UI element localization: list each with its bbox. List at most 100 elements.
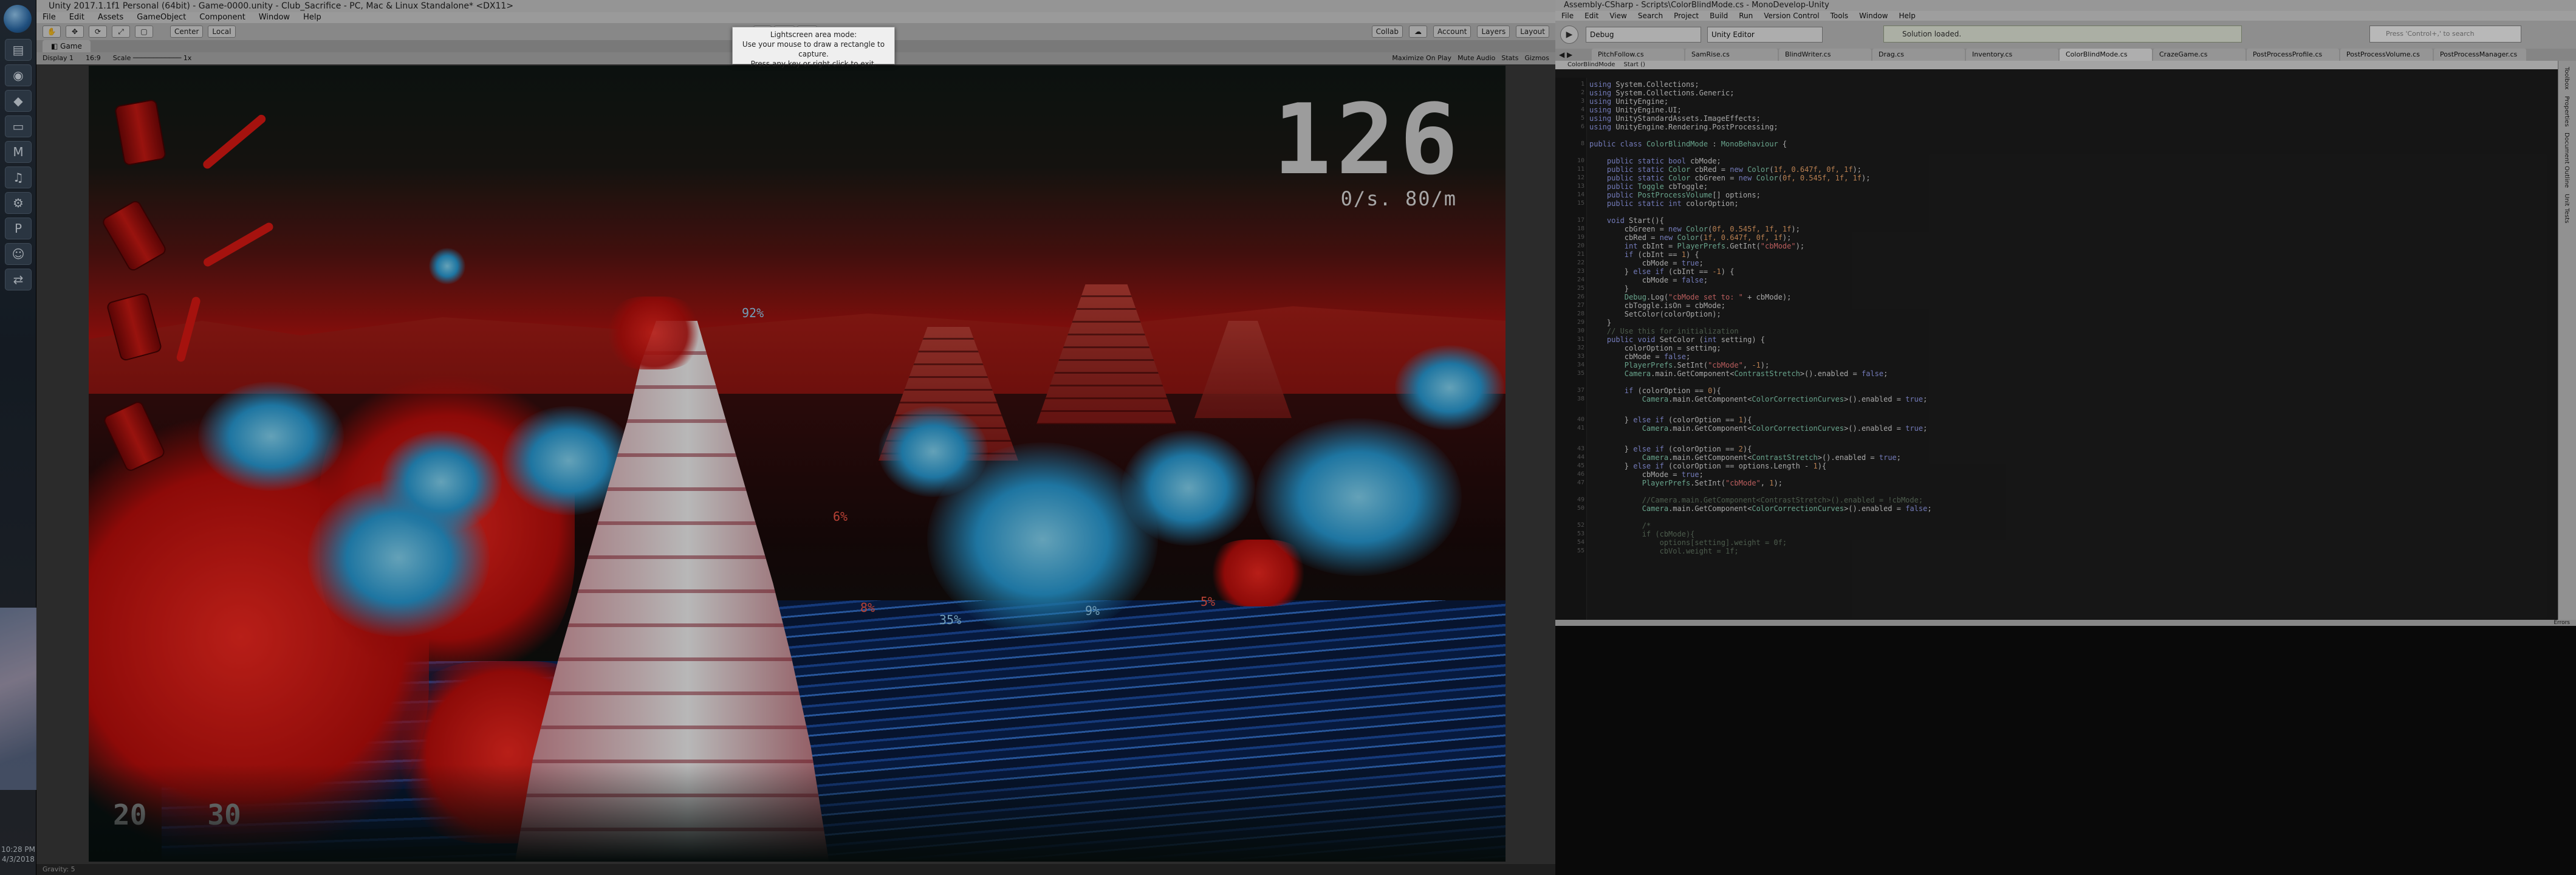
menu-project[interactable]: Project xyxy=(1674,11,1699,21)
menu-file[interactable]: File xyxy=(43,12,56,23)
menu-window[interactable]: Window xyxy=(1859,11,1888,21)
menu-view[interactable]: View xyxy=(1609,11,1626,21)
menu-assets[interactable]: Assets xyxy=(98,12,123,23)
code-line: PlayerPrefs.SetInt("cbMode", -1); xyxy=(1624,361,1770,369)
explorer-icon[interactable]: ▤ xyxy=(5,39,32,61)
menu-file[interactable]: File xyxy=(1561,11,1574,21)
toolbox-panel-tab[interactable]: Toolbox xyxy=(2563,67,2570,90)
errors-pad-bar[interactable]: Errors xyxy=(1555,620,2576,626)
stats-toggle[interactable]: Stats xyxy=(1501,52,1518,64)
share-icon[interactable]: ⇄ xyxy=(5,269,32,290)
code-line: cbGreen = new Color(0f, 0.545f, 1f, 1f); xyxy=(1589,225,1800,233)
document-tabs: ◀ ▶ PitchFollow.cs SamRise.cs BlindWrite… xyxy=(1555,49,2576,61)
rate-readout: 0/s. 80/m xyxy=(1340,187,1457,210)
gizmos-dropdown[interactable]: Gizmos xyxy=(1524,52,1549,64)
menu-run[interactable]: Run xyxy=(1739,11,1753,21)
tab-pitchfollow[interactable]: PitchFollow.cs xyxy=(1592,49,1684,61)
code-line: cbToggle.isOn = cbMode; xyxy=(1589,301,1725,310)
menu-help[interactable]: Help xyxy=(1899,11,1915,21)
code-line: public static Color cbGreen = new Color(… xyxy=(1606,174,1871,182)
steam-icon[interactable]: ⚙ xyxy=(5,192,32,214)
system-clock[interactable]: 10:28 PM 4/3/2018 xyxy=(0,845,36,864)
properties-panel-tab[interactable]: Properties xyxy=(2563,96,2570,127)
scale-slider[interactable]: Scale ──────────── 1x xyxy=(113,52,192,64)
menu-build[interactable]: Build xyxy=(1710,11,1728,21)
code-line: using UnityEngine.Rendering.PostProcessi… xyxy=(1589,123,1778,131)
account-dropdown[interactable]: Account xyxy=(1433,26,1471,38)
configuration-dropdown[interactable]: Debug xyxy=(1586,27,1701,43)
spotify-icon[interactable]: ♫ xyxy=(5,166,32,188)
mute-audio-toggle[interactable]: Mute Audio xyxy=(1458,52,1495,64)
code-line: //Camera.main.GetComponent<ContrastStret… xyxy=(1642,496,1923,504)
code-line: using UnityEngine; xyxy=(1589,97,1669,106)
search-input[interactable]: Press 'Control+,' to search xyxy=(2369,26,2521,43)
document-outline-panel-tab[interactable]: Document Outline xyxy=(2563,132,2570,188)
code-line: Camera.main.GetComponent<ContrastStretch… xyxy=(1624,369,1888,378)
move-tool-button[interactable]: ✥ xyxy=(66,26,84,38)
scale-value: 1x xyxy=(183,54,192,62)
menu-version-control[interactable]: Version Control xyxy=(1764,11,1819,21)
percent-label: 35% xyxy=(939,612,962,627)
tab-colorblindmode[interactable]: ColorBlindMode.cs xyxy=(2060,49,2152,61)
display-dropdown[interactable]: Display 1 xyxy=(43,52,74,64)
menu-component[interactable]: Component xyxy=(199,12,245,23)
code-line: public static bool cbMode; xyxy=(1606,157,1721,165)
breadcrumb: ColorBlindMode Start () xyxy=(1555,61,2576,69)
target-dropdown[interactable]: Unity Editor xyxy=(1707,27,1823,43)
tab-drag[interactable]: Drag.cs xyxy=(1872,49,1965,61)
start-button[interactable] xyxy=(4,5,32,33)
breadcrumb-method[interactable]: Start () xyxy=(1623,61,1645,69)
menu-tools[interactable]: Tools xyxy=(1831,11,1849,21)
rotate-tool-button[interactable]: ⟳ xyxy=(89,26,107,38)
hand-tool-button[interactable]: ✋ xyxy=(43,26,61,38)
unity-title-bar: Unity 2017.1.1f1 Personal (64bit) - Game… xyxy=(36,0,1555,12)
collab-button[interactable]: Collab xyxy=(1371,26,1403,38)
code-line: Camera.main.GetComponent<ColorCorrection… xyxy=(1642,504,1932,513)
breadcrumb-class[interactable]: ColorBlindMode xyxy=(1567,61,1615,69)
layers-dropdown[interactable]: Layers xyxy=(1477,26,1510,38)
code-editor[interactable]: 1 using System.Collections; 2 using System… xyxy=(1555,78,2558,620)
discord-icon[interactable]: ☺ xyxy=(5,243,32,265)
tab-postprocessmanager[interactable]: PostProcessManager.cs xyxy=(2434,49,2526,61)
menu-gameobject[interactable]: GameObject xyxy=(137,12,186,23)
layout-dropdown[interactable]: Layout xyxy=(1516,26,1549,38)
tab-samrise[interactable]: SamRise.cs xyxy=(1685,49,1778,61)
build-status-field: Solution loaded. xyxy=(1883,26,2242,43)
photoshop-icon[interactable]: P xyxy=(5,218,32,239)
unit-tests-panel-tab[interactable]: Unit Tests xyxy=(2563,194,2570,223)
pivot-local-button[interactable]: Local xyxy=(208,26,236,38)
menu-edit[interactable]: Edit xyxy=(1584,11,1598,21)
code-line: public Toggle cbToggle; xyxy=(1606,182,1708,191)
rect-tool-button[interactable]: ▢ xyxy=(135,26,153,38)
folder-icon[interactable]: ▭ xyxy=(5,115,32,137)
tab-postprocessvolume[interactable]: PostProcessVolume.cs xyxy=(2340,49,2433,61)
tab-game[interactable]: ◧ Game xyxy=(43,40,91,52)
tab-inventory[interactable]: Inventory.cs xyxy=(1966,49,2058,61)
chrome-icon[interactable]: ◉ xyxy=(5,64,32,86)
monodevelop-menu-bar: File Edit View Search Project Build Run … xyxy=(1555,11,2576,21)
unity-icon[interactable]: ◆ xyxy=(5,90,32,112)
code-line: options[setting].weight = 0f; xyxy=(1659,538,1787,547)
foreground-shadow xyxy=(89,764,1506,862)
scale-tool-button[interactable]: ⤢ xyxy=(112,26,130,38)
code-line: void Start(){ xyxy=(1606,216,1664,225)
menu-edit[interactable]: Edit xyxy=(69,12,84,23)
tab-crazegame[interactable]: CrazeGame.cs xyxy=(2153,49,2245,61)
tab-postprocessprofile[interactable]: PostProcessProfile.cs xyxy=(2247,49,2339,61)
tab-blindwriter[interactable]: BlindWriter.cs xyxy=(1779,49,1871,61)
maximize-on-play-toggle[interactable]: Maximize On Play xyxy=(1392,52,1451,64)
code-line: int cbInt = PlayerPrefs.GetInt("cbMode")… xyxy=(1624,242,1805,250)
run-button[interactable]: ▶ xyxy=(1560,26,1578,44)
menu-search[interactable]: Search xyxy=(1638,11,1663,21)
blue-palm-tree xyxy=(380,430,502,534)
aspect-dropdown[interactable]: 16:9 xyxy=(86,52,101,64)
menu-window[interactable]: Window xyxy=(259,12,290,23)
tab-navigation-icon[interactable]: ◀ ▶ xyxy=(1559,49,1572,61)
code-line: if (cbMode){ xyxy=(1642,530,1695,538)
menu-help[interactable]: Help xyxy=(303,12,321,23)
pivot-center-button[interactable]: Center xyxy=(170,26,204,38)
cloud-icon[interactable]: ☁ xyxy=(1409,26,1428,38)
game-viewport[interactable]: 126 0/s. 80/m 20 30 92% 35% 9% 6% 8% 5% xyxy=(89,66,1506,862)
monodevelop-icon[interactable]: M xyxy=(5,141,32,163)
code-line: Camera.main.GetComponent<ContrastStretch… xyxy=(1642,453,1902,462)
